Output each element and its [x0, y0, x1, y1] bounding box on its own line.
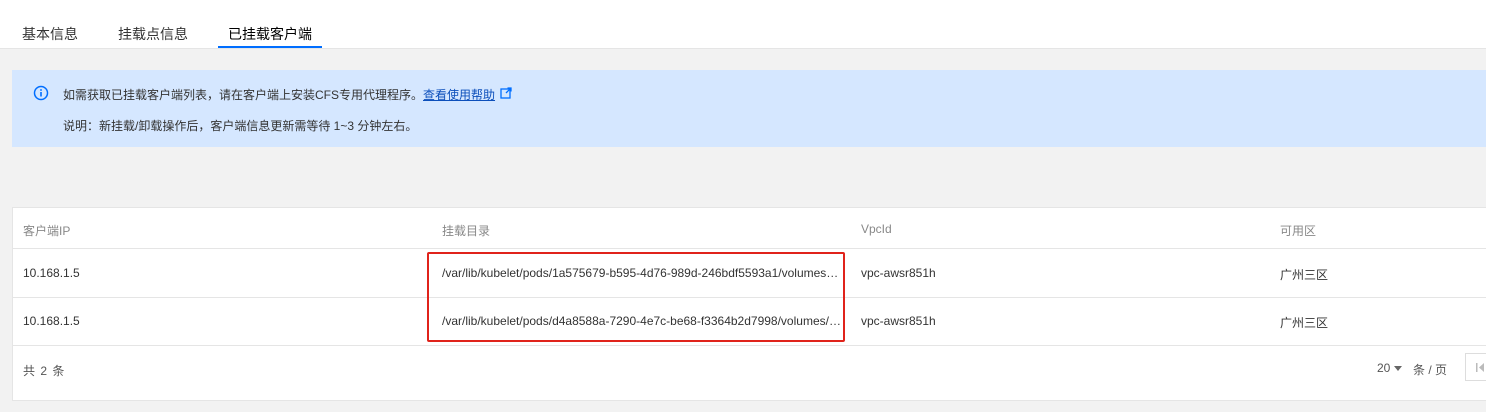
page-size-value: 20 [1377, 361, 1391, 375]
cell-client-ip: 10.168.1.5 [23, 314, 80, 328]
cell-zone: 广州三区 [1280, 316, 1329, 330]
clients-table: 客户端IP 挂载目录 VpcId 可用区 10.168.1.5 /var/lib… [12, 207, 1486, 401]
col-mount-dir: 挂载目录 [442, 224, 491, 238]
tab-mount-point-info[interactable]: 挂载点信息 [118, 24, 188, 48]
per-page-label: 条 / 页 [1413, 363, 1448, 377]
table-header: 客户端IP 挂载目录 VpcId 可用区 [13, 208, 1486, 249]
tab-bar: 基本信息 挂载点信息 已挂载客户端 [0, 0, 1486, 49]
table-footer: 共 2 条 20 条 / 页 [13, 345, 1486, 393]
first-page-button[interactable] [1465, 353, 1486, 381]
cell-mount-dir: /var/lib/kubelet/pods/d4a8588a-7290-4e7c… [442, 314, 841, 328]
col-zone: 可用区 [1280, 224, 1317, 238]
tab-basic-info[interactable]: 基本信息 [22, 24, 78, 48]
col-vpcid: VpcId [861, 222, 892, 236]
cell-mount-dir: /var/lib/kubelet/pods/1a575679-b595-4d76… [442, 266, 839, 280]
total-count: 共 2 条 [23, 364, 66, 378]
help-link[interactable]: 查看使用帮助 [423, 88, 495, 102]
caret-down-icon [1394, 366, 1403, 371]
cell-zone: 广州三区 [1280, 268, 1329, 282]
info-icon [33, 85, 49, 101]
cell-client-ip: 10.168.1.5 [23, 266, 80, 280]
external-link-icon[interactable] [500, 87, 512, 99]
notice-text: 如需获取已挂载客户端列表，请在客户端上安装CFS专用代理程序。 [63, 88, 424, 102]
cell-vpcid: vpc-awsr851h [861, 266, 936, 280]
page-size-select[interactable]: 20 [1377, 361, 1408, 375]
table-row: 10.168.1.5 /var/lib/kubelet/pods/d4a8588… [13, 297, 1486, 346]
notice-note: 说明：新挂载/卸载操作后，客户端信息更新需等待 1~3 分钟左右。 [63, 119, 418, 133]
first-page-icon [1476, 363, 1484, 372]
notice-message: 如需获取已挂载客户端列表，请在客户端上安装CFS专用代理程序。查看使用帮助 [63, 86, 495, 103]
table-row: 10.168.1.5 /var/lib/kubelet/pods/1a57567… [13, 249, 1486, 298]
col-client-ip: 客户端IP [23, 224, 71, 238]
tab-mounted-clients[interactable]: 已挂载客户端 [218, 24, 322, 48]
info-notice: 如需获取已挂载客户端列表，请在客户端上安装CFS专用代理程序。查看使用帮助 说明… [12, 70, 1486, 147]
cell-vpcid: vpc-awsr851h [861, 314, 936, 328]
